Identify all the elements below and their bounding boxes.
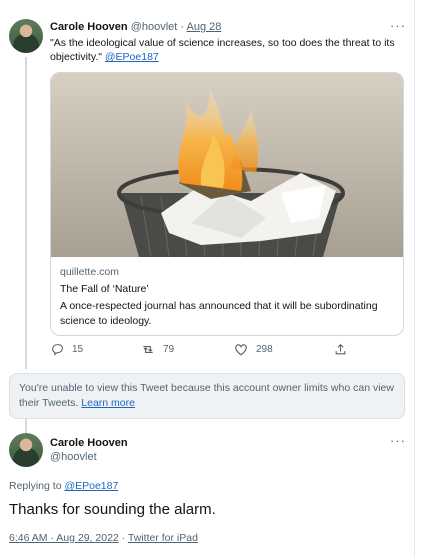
tweet-meta: 6:46 AM · Aug 29, 2022 · Twitter for iPa… <box>9 532 198 544</box>
replying-to-label: Replying to <box>9 480 65 492</box>
tweet-text: "As the ideological value of science inc… <box>50 36 400 64</box>
retweet-icon <box>143 346 153 353</box>
retweet-action[interactable]: 79 <box>141 343 174 356</box>
thread-line-connector <box>25 419 27 433</box>
restricted-tweet-notice: You're unable to view this Tweet because… <box>9 373 405 419</box>
card-description: A once-respected journal has announced t… <box>60 300 378 327</box>
separator: · <box>180 21 185 33</box>
card-image <box>51 73 403 257</box>
reply-action[interactable]: 15 <box>51 343 83 356</box>
retweet-count: 79 <box>163 344 175 355</box>
card-title: The Fall of ‘Nature’ <box>60 283 149 295</box>
learn-more-link[interactable]: Learn more <box>81 397 135 409</box>
reply-text: Thanks for sounding the alarm. <box>9 501 216 518</box>
author-name[interactable]: Carole Hooven <box>50 437 128 449</box>
avatar[interactable] <box>9 433 43 467</box>
share-action[interactable] <box>334 343 347 356</box>
scrollbar-edge <box>414 0 415 558</box>
replying-to: Replying to @EPoe187 <box>9 480 118 492</box>
like-count: 298 <box>256 344 273 355</box>
burning-basket-image <box>51 73 403 257</box>
timestamp-link[interactable]: 6:46 AM · Aug 29, 2022 <box>9 532 119 544</box>
reply-icon <box>52 344 63 356</box>
more-icon[interactable]: ··· <box>390 433 406 448</box>
card-domain: quillette.com <box>60 266 119 278</box>
tweet-text-body: "As the ideological value of science inc… <box>50 37 395 63</box>
replying-to-mention[interactable]: @EPoe187 <box>64 480 118 492</box>
mention-link[interactable]: @EPoe187 <box>105 51 159 63</box>
meta-separator: · <box>121 532 126 544</box>
more-icon[interactable]: ··· <box>390 18 406 33</box>
author-name[interactable]: Carole Hooven <box>50 21 128 33</box>
tweet-date[interactable]: Aug 28 <box>187 21 222 33</box>
author-block: Carole Hooven @hoovlet <box>50 437 128 463</box>
thread-line <box>25 57 27 369</box>
tweet-header: Carole Hooven @hoovlet · Aug 28 <box>50 21 221 33</box>
reply-count: 15 <box>72 344 84 355</box>
share-icon <box>335 343 346 355</box>
author-handle[interactable]: @hoovlet <box>131 21 178 33</box>
like-icon <box>235 344 247 356</box>
source-link[interactable]: Twitter for iPad <box>128 532 198 544</box>
avatar[interactable] <box>9 19 43 53</box>
author-handle[interactable]: @hoovlet <box>50 451 128 463</box>
card-text: quillette.com The Fall of ‘Nature’ A onc… <box>51 257 403 335</box>
like-action[interactable]: 298 <box>234 343 273 356</box>
link-card[interactable]: quillette.com The Fall of ‘Nature’ A onc… <box>50 72 404 336</box>
notice-text: You're unable to view this Tweet because… <box>19 382 394 409</box>
